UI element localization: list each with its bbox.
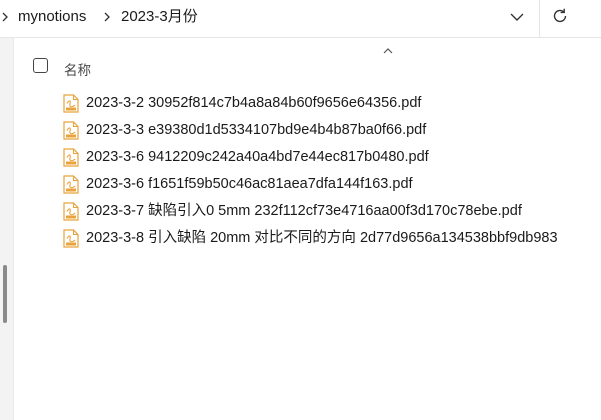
file-row[interactable]: 2023-3-3 e39380d1d5334107bd9e4b4b87ba0f6…	[55, 117, 601, 144]
file-name[interactable]: 2023-3-6 9412209c242a40a4bd7e44ec817b048…	[86, 149, 429, 166]
file-row[interactable]: 2023-3-6 f1651f59b50c46ac81aea7dfa144f16…	[55, 171, 601, 198]
breadcrumb-item-mynotions[interactable]: mynotions	[18, 8, 86, 26]
file-row[interactable]: 2023-3-2 30952f814c7b4a8a84b60f9656e6435…	[55, 90, 601, 117]
pdf-file-icon	[63, 121, 79, 140]
select-all-checkbox[interactable]	[33, 58, 48, 73]
chevron-right-icon[interactable]	[0, 9, 10, 25]
file-name[interactable]: 2023-3-8 引入缺陷 20mm 对比不同的方向 2d77d9656a134…	[86, 230, 558, 247]
refresh-icon[interactable]	[549, 5, 571, 27]
navigation-pane-edge	[0, 38, 13, 420]
scrollbar-thumb[interactable]	[3, 265, 7, 323]
file-name[interactable]: 2023-3-6 f1651f59b50c46ac81aea7dfa144f16…	[86, 176, 413, 193]
pdf-file-icon	[63, 94, 79, 113]
breadcrumb-item-current-folder[interactable]: 2023-3月份	[121, 8, 198, 26]
pdf-file-icon	[63, 229, 79, 248]
name-column-header[interactable]: 名称	[64, 59, 91, 79]
pdf-file-icon	[63, 175, 79, 194]
file-row[interactable]: 2023-3-8 引入缺陷 20mm 对比不同的方向 2d77d9656a134…	[55, 225, 601, 252]
chevron-down-icon[interactable]	[506, 6, 528, 28]
toolbar-divider	[539, 0, 540, 38]
pane-divider[interactable]	[13, 38, 14, 420]
address-bar[interactable]: mynotions 2023-3月份	[0, 0, 601, 38]
pdf-file-icon	[63, 202, 79, 221]
pdf-file-icon	[63, 148, 79, 167]
file-row[interactable]: 2023-3-6 9412209c242a40a4bd7e44ec817b048…	[55, 144, 601, 171]
file-row[interactable]: 2023-3-7 缺陷引入0 5mm 232f112cf73e4716aa00f…	[55, 198, 601, 225]
file-name[interactable]: 2023-3-2 30952f814c7b4a8a84b60f9656e6435…	[86, 95, 421, 112]
chevron-right-icon[interactable]	[102, 9, 112, 25]
file-name[interactable]: 2023-3-3 e39380d1d5334107bd9e4b4b87ba0f6…	[86, 122, 426, 139]
column-header-row: 名称	[20, 52, 601, 82]
file-name[interactable]: 2023-3-7 缺陷引入0 5mm 232f112cf73e4716aa00f…	[86, 203, 522, 220]
